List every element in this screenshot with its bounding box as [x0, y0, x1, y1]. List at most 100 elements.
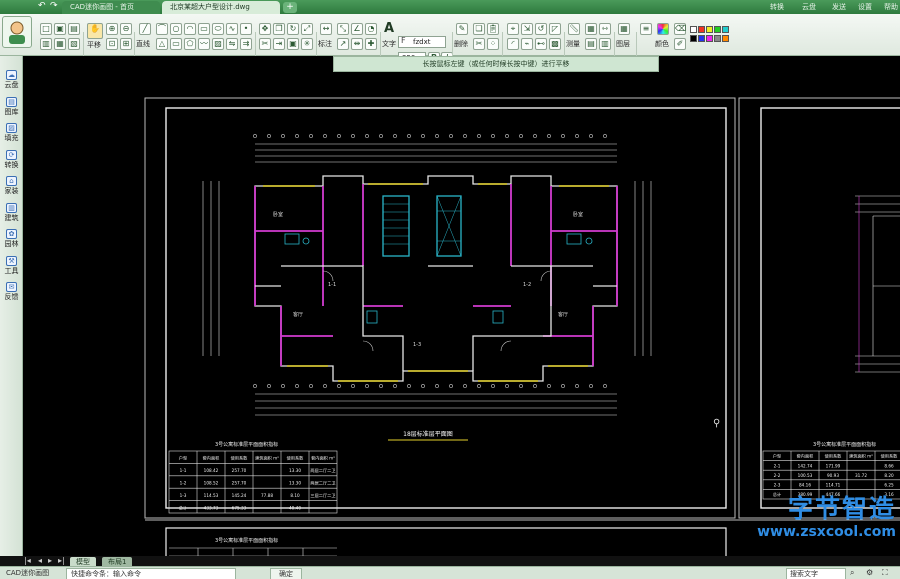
sidebar-item-cloud[interactable]: ☁ 云盘	[1, 70, 22, 94]
explode-icon[interactable]: ✳	[301, 38, 313, 50]
linetype-icon[interactable]: ≡	[640, 23, 652, 35]
coordinate-icon[interactable]: ✚	[365, 38, 377, 50]
fillet-icon[interactable]: ◜	[507, 38, 519, 50]
spline-icon[interactable]: ∿	[226, 23, 238, 35]
refresh-icon[interactable]: ↺	[535, 23, 547, 35]
pan-icon[interactable]: ✋	[87, 23, 103, 39]
undo-icon[interactable]: ↶	[38, 1, 46, 11]
scale-icon[interactable]: ⤢	[301, 23, 313, 35]
extend-icon[interactable]: ⇥	[273, 38, 285, 50]
mirror-icon[interactable]: ⇋	[226, 38, 238, 50]
paste-icon[interactable]: 📋︎	[487, 23, 499, 35]
layer-props-icon[interactable]: ▤	[585, 38, 597, 50]
freehand-icon[interactable]: 〰	[198, 38, 210, 50]
nav-last-icon[interactable]: ▸|	[58, 556, 65, 565]
swatch-black[interactable]	[690, 35, 697, 42]
swatch-gray[interactable]	[714, 35, 721, 42]
swatch-white[interactable]	[690, 26, 697, 33]
nav-prev-icon[interactable]: ◂	[38, 556, 42, 565]
new-file-icon[interactable]: □	[40, 23, 52, 35]
polyline-icon[interactable]: ⌒	[156, 23, 168, 35]
copy-icon[interactable]: ❏	[473, 23, 485, 35]
sidebar-item-home[interactable]: ⌂ 家装	[1, 176, 22, 200]
sidebar-item-mail[interactable]: ✉ 反馈	[1, 282, 22, 306]
status-settings-icon[interactable]: ⚙	[866, 568, 873, 577]
hatch-icon[interactable]: ▨	[212, 38, 224, 50]
continue-dim-icon[interactable]: ⇹	[351, 38, 363, 50]
fullscreen-icon[interactable]: ⛶	[882, 568, 888, 578]
angle-dim-icon[interactable]: ∠	[351, 23, 363, 35]
add-tab-button[interactable]: +	[283, 2, 297, 13]
save-icon[interactable]: ▣	[54, 23, 66, 35]
copy-tool-icon[interactable]: ❐	[273, 23, 285, 35]
color-wheel-icon[interactable]	[657, 23, 669, 35]
search-text-input[interactable]: 搜索文字	[786, 568, 846, 579]
app-logo-icon[interactable]	[2, 16, 32, 48]
swatch-blue[interactable]	[698, 35, 705, 42]
sidebar-item-fill[interactable]: ▨ 填充	[1, 123, 22, 147]
drawing-canvas[interactable]: 卧室 卧室 客厅 客厅 1-1 1-2 1-3 18层标准层平面图 ⚲ 3号公寓标准层…	[23, 56, 900, 569]
circle-icon[interactable]: ○	[170, 23, 182, 35]
aligned-dim-icon[interactable]: ⤡	[337, 23, 349, 35]
sidebar-item-garden[interactable]: ✿ 园林	[1, 229, 22, 253]
distance-icon[interactable]: ⇿	[599, 23, 611, 35]
leader-icon[interactable]: ↗	[337, 38, 349, 50]
send-link[interactable]: 发送	[832, 2, 846, 12]
block-icon[interactable]: ▣	[287, 38, 299, 50]
confirm-button[interactable]: 确定	[270, 568, 302, 579]
text-tool-icon[interactable]: A	[384, 21, 394, 36]
swatch-orange[interactable]	[722, 35, 729, 42]
tab-home[interactable]: CAD迷你画图 - 首页	[62, 1, 160, 14]
arc-icon[interactable]: ◠	[184, 23, 196, 35]
line-tool-icon[interactable]: ╱	[139, 23, 151, 35]
swatch-red[interactable]	[698, 26, 705, 33]
swatch-yellow[interactable]	[706, 26, 713, 33]
trim-icon[interactable]: ✂	[259, 38, 271, 50]
settings-link[interactable]: 设置	[858, 2, 872, 12]
print-icon[interactable]: ▥	[40, 38, 52, 50]
eraser-icon[interactable]: ⌫	[674, 23, 686, 35]
redo-icon[interactable]: ↷	[50, 1, 58, 11]
brush-icon[interactable]: ✐	[674, 38, 686, 50]
point-icon[interactable]: •	[240, 23, 252, 35]
command-input[interactable]: 快捷命令条：输入命令	[66, 568, 236, 579]
open-icon[interactable]: ▤	[68, 23, 80, 35]
polygon-icon[interactable]: ⬠	[184, 38, 196, 50]
cloud-link[interactable]: 云盘	[802, 2, 816, 12]
nav-first-icon[interactable]: |◂	[24, 556, 31, 565]
rectangle2-icon[interactable]: ▭	[170, 38, 182, 50]
region-icon[interactable]: ▩	[549, 38, 561, 50]
export-icon[interactable]: ▦	[54, 38, 66, 50]
triangle-icon[interactable]: △	[156, 38, 168, 50]
sidebar-item-library[interactable]: ▤ 图库	[1, 96, 22, 121]
search-icon[interactable]: ⌕	[850, 568, 854, 578]
sidebar-item-tool[interactable]: ⚒ 工具	[1, 255, 22, 280]
tab-drawing[interactable]: 北京某超大户型设计.dwg	[162, 1, 280, 14]
help-link[interactable]: 帮助	[884, 2, 898, 12]
recent-icon[interactable]: ▧	[68, 38, 80, 50]
zoom-in-icon[interactable]: ⊕	[106, 23, 118, 35]
offset-icon[interactable]: ⇉	[240, 38, 252, 50]
select-icon[interactable]: ⌖	[507, 23, 519, 35]
swatch-magenta[interactable]	[706, 35, 713, 42]
sidebar-item-convert[interactable]: ⟳ 转换	[1, 149, 22, 174]
radius-dim-icon[interactable]: ◔	[365, 23, 377, 35]
convert-link[interactable]: 转换	[770, 2, 784, 12]
break-icon[interactable]: ⌁	[521, 38, 533, 50]
swatch-cyan[interactable]	[722, 26, 729, 33]
zoom-out-icon[interactable]: ⊖	[120, 23, 132, 35]
layer-icon[interactable]: ▦	[618, 23, 630, 35]
join-icon[interactable]: ⊷	[535, 38, 547, 50]
swatch-green[interactable]	[714, 26, 721, 33]
stretch-icon[interactable]: ⇲	[521, 23, 533, 35]
area-icon[interactable]: ▦	[585, 23, 597, 35]
chamfer-icon[interactable]: ◸	[549, 23, 561, 35]
nav-next-icon[interactable]: ▸	[48, 556, 52, 565]
zoom-window-icon[interactable]: ⊡	[106, 38, 118, 50]
array-icon[interactable]: ⁘	[487, 38, 499, 50]
layer-off-icon[interactable]: ▥	[599, 38, 611, 50]
measure-icon[interactable]: 📏︎	[568, 23, 580, 35]
cut-icon[interactable]: ✂	[473, 38, 485, 50]
dimension-icon[interactable]: ↔	[320, 23, 332, 35]
rotate-icon[interactable]: ↻	[287, 23, 299, 35]
